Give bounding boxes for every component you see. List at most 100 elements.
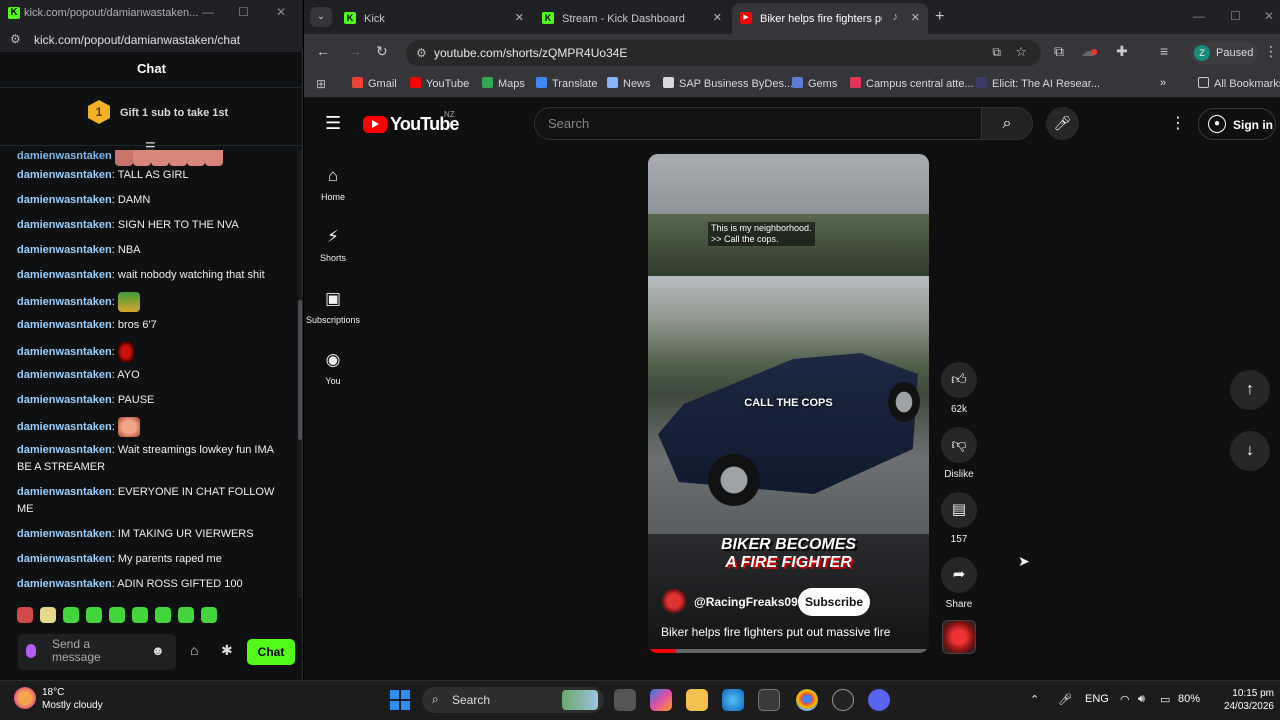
microphone-icon[interactable]: 🎤︎	[1046, 107, 1079, 140]
obs-icon[interactable]	[832, 689, 854, 711]
bookmark-news[interactable]: News	[607, 77, 651, 90]
taskbar-clock[interactable]: 10:15 pm 24/03/2026	[1208, 687, 1274, 713]
profile-button[interactable]: Z Paused	[1190, 42, 1258, 64]
bookmark-translate[interactable]: Translate	[536, 77, 597, 90]
bookmark-sap[interactable]: SAP Business ByDes...	[663, 77, 793, 90]
minimize-icon[interactable]: —	[1193, 9, 1205, 23]
bookmark-youtube[interactable]: YouTube	[410, 77, 469, 90]
share-button[interactable]: ➦ Share	[941, 557, 977, 610]
edge-icon[interactable]	[722, 689, 744, 711]
minimize-icon[interactable]: —	[202, 5, 214, 19]
search-icon[interactable]: ⌕	[981, 107, 1033, 140]
close-icon[interactable]: ✕	[1264, 9, 1274, 23]
all-bookmarks[interactable]: All Bookmarks	[1198, 77, 1280, 90]
search-input[interactable]: Search	[534, 107, 982, 140]
emoji-picker-icon[interactable]: ☻	[151, 643, 165, 658]
bookmark-gems[interactable]: Gems	[792, 77, 837, 90]
copilot-icon[interactable]	[650, 689, 672, 711]
more-bookmarks-icon[interactable]: »	[1160, 77, 1166, 89]
tab-close-icon[interactable]: ✕	[713, 11, 722, 24]
adblock-icon[interactable]: ●	[1090, 43, 1098, 59]
channel-name[interactable]: @RacingFreaks09	[694, 595, 798, 609]
extensions-puzzle-icon[interactable]: ✚	[1116, 43, 1128, 60]
audio-playing-icon[interactable]: ♪	[893, 11, 899, 23]
tab-kick-dashboard[interactable]: K Stream - Kick Dashboard ✕	[534, 3, 730, 34]
sign-in-button[interactable]: ● Sign in	[1198, 108, 1276, 140]
store-app-icon[interactable]	[758, 689, 780, 711]
bookmark-star-icon[interactable]: ☆	[1015, 44, 1027, 60]
microphone-icon[interactable]: 🎤︎	[1058, 693, 1072, 706]
next-short-arrow-down-icon[interactable]: ↓	[1230, 431, 1270, 471]
kick-url[interactable]: kick.com/popout/damianwastaken/chat	[34, 33, 240, 47]
channel-thumbnail[interactable]	[942, 620, 976, 654]
scrollbar-thumb[interactable]	[298, 300, 302, 440]
comments-button[interactable]: ▤ 157	[941, 492, 977, 545]
shorts-video-player[interactable]: This is my neighborhood. >> Call the cop…	[648, 154, 929, 653]
tab-youtube-short[interactable]: ▶ Biker helps fire fighters put ♪ ✕	[732, 3, 928, 34]
apps-grid-icon[interactable]: ⊞	[316, 77, 326, 91]
language-indicator[interactable]: ENG	[1085, 693, 1109, 705]
site-info-icon[interactable]: ⚙	[416, 46, 427, 60]
reading-list-icon[interactable]: ≡	[1160, 43, 1168, 59]
emote-icon[interactable]	[109, 607, 125, 623]
address-url[interactable]: youtube.com/shorts/zQMPR4Uo34E	[434, 46, 627, 60]
emote-icon[interactable]	[201, 607, 217, 623]
emote-icon[interactable]	[178, 607, 194, 623]
reload-icon[interactable]: ↻	[376, 43, 388, 60]
tab-search-chevron-icon[interactable]: ⌄	[310, 7, 332, 27]
nav-you[interactable]: ◉ You	[306, 350, 360, 386]
more-options-icon[interactable]: ⋮	[1170, 113, 1186, 133]
nav-shorts[interactable]: ⚡ Shorts	[306, 227, 360, 263]
chat-message-input[interactable]: Send a message ☻	[18, 634, 176, 670]
address-bar[interactable]: ⚙ youtube.com/shorts/zQMPR4Uo34E ⧉ ☆	[406, 40, 1041, 66]
tab-kick[interactable]: K Kick ✕	[336, 3, 532, 34]
bookmark-elicit[interactable]: Elicit: The AI Resear...	[976, 77, 1100, 90]
dislike-button[interactable]: 👎︎ Dislike	[941, 427, 977, 480]
emote-icon[interactable]	[132, 607, 148, 623]
task-view-icon[interactable]	[614, 689, 636, 711]
show-hidden-icons-chevron-icon[interactable]: ⌃	[1030, 693, 1039, 706]
tab-close-icon[interactable]: ✕	[911, 11, 920, 24]
close-icon[interactable]: ✕	[276, 5, 286, 19]
channel-avatar[interactable]	[661, 588, 687, 614]
discord-icon[interactable]	[868, 689, 890, 711]
install-app-icon[interactable]: ⧉	[992, 45, 1001, 60]
battery-icon[interactable]: ▭	[1160, 693, 1170, 706]
voice-icon[interactable]	[26, 644, 36, 658]
back-icon[interactable]: ←	[316, 43, 330, 59]
site-info-icon[interactable]: ⚙	[10, 32, 21, 46]
maximize-icon[interactable]: ☐	[238, 5, 249, 19]
emote-icon[interactable]	[63, 607, 79, 623]
chat-scrollbar[interactable]	[298, 150, 302, 598]
gift-banner[interactable]: 1 Gift 1 sub to take 1st	[0, 88, 303, 146]
cast-icon[interactable]: ⧉	[1054, 43, 1064, 60]
hamburger-menu-icon[interactable]: ☰	[325, 113, 341, 134]
windows-start-icon[interactable]	[390, 690, 410, 710]
chat-settings-gear-icon[interactable]: ✱	[221, 642, 233, 659]
tab-close-icon[interactable]: ✕	[515, 11, 524, 24]
previous-short-arrow-up-icon[interactable]: ↑	[1230, 370, 1270, 410]
nav-home[interactable]: ⌂ Home	[306, 166, 360, 202]
store-icon[interactable]: ⌂	[190, 642, 198, 658]
like-button[interactable]: 👍︎ 62k	[941, 362, 977, 415]
chrome-menu-icon[interactable]: ⋮	[1264, 43, 1278, 60]
forward-icon[interactable]: →	[348, 43, 362, 59]
emote-icon[interactable]	[86, 607, 102, 623]
volume-icon[interactable]: 🔊︎	[1138, 693, 1145, 706]
emote-icon[interactable]	[40, 607, 56, 623]
taskbar-search[interactable]: ⌕ Search	[422, 687, 604, 713]
maximize-icon[interactable]: ☐	[1230, 9, 1241, 23]
video-progress-bar[interactable]	[648, 649, 929, 653]
emote-icon[interactable]	[17, 607, 33, 623]
new-tab-icon[interactable]: +	[935, 8, 944, 26]
nav-subscriptions[interactable]: ▣ Subscriptions	[306, 289, 360, 325]
subscribe-button[interactable]: Subscribe	[798, 588, 870, 616]
wifi-icon[interactable]: ◠	[1120, 693, 1130, 706]
chrome-icon[interactable]	[796, 689, 818, 711]
bookmark-campus-central[interactable]: Campus central atte...	[850, 77, 974, 90]
bookmark-gmail[interactable]: Gmail	[352, 77, 397, 90]
file-explorer-icon[interactable]	[686, 689, 708, 711]
bookmark-maps[interactable]: Maps	[482, 77, 525, 90]
emote-icon[interactable]	[155, 607, 171, 623]
video-title[interactable]: Biker helps fire fighters put out massiv…	[661, 625, 890, 639]
